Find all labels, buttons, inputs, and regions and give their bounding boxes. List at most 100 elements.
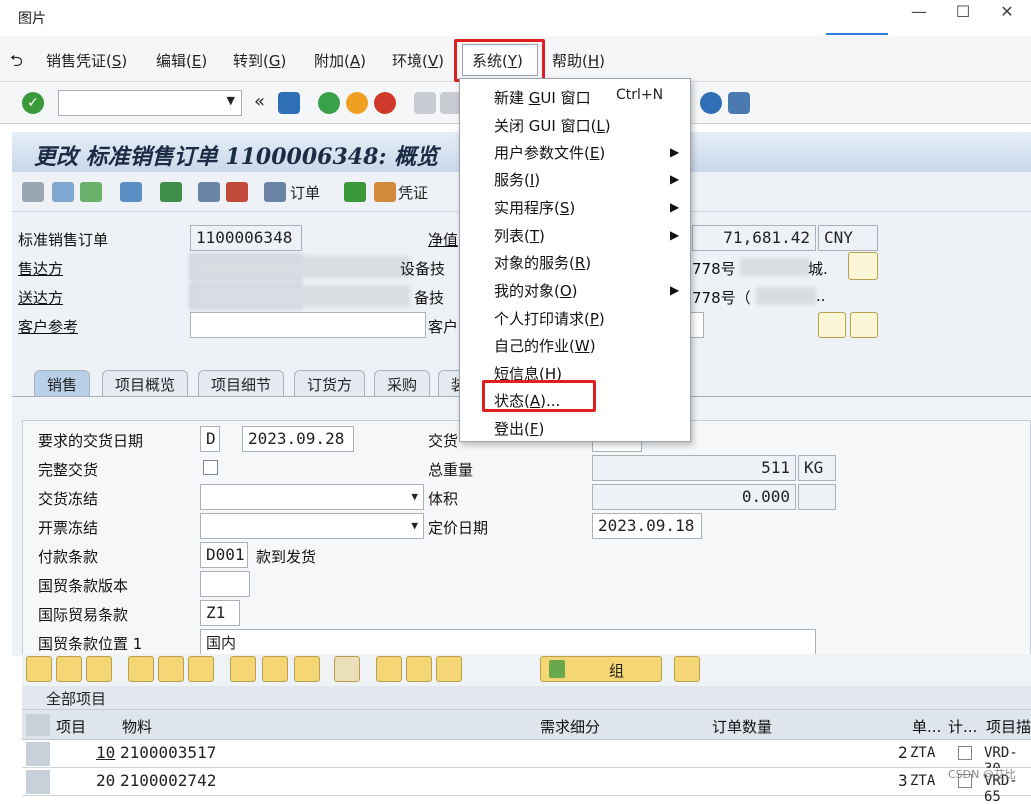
menu-icon[interactable]: ⮌ xyxy=(10,50,23,77)
display-change-icon[interactable] xyxy=(22,182,44,202)
history-back-icon[interactable]: « xyxy=(254,91,265,112)
column-requirement-segment[interactable]: 需求细分 xyxy=(540,716,600,737)
pricing-chart-icon[interactable] xyxy=(294,656,320,682)
tab-ordering-party[interactable]: 订货方 xyxy=(294,370,366,396)
column-item-description[interactable]: 项目描 xyxy=(986,716,1031,737)
partner-icon[interactable] xyxy=(160,182,182,202)
command-field[interactable]: ▼ xyxy=(58,90,242,116)
enter-check-icon[interactable]: ✓ xyxy=(22,92,44,114)
column-unit[interactable]: 单... xyxy=(912,716,941,737)
delivery-block-select[interactable]: ▼ xyxy=(200,484,424,510)
requested-date-type-field[interactable]: D xyxy=(200,426,220,452)
complete-delivery-checkbox[interactable] xyxy=(203,460,218,475)
tab-procurement[interactable]: 采购 xyxy=(374,370,431,396)
menu-services[interactable]: 服务(I) xyxy=(494,169,540,190)
chevron-down-icon[interactable]: ▼ xyxy=(411,519,418,532)
item-details-icon[interactable] xyxy=(26,656,52,682)
header-icon[interactable] xyxy=(120,182,142,202)
group-button[interactable]: 组 xyxy=(540,656,662,682)
select-all-rows-handle[interactable] xyxy=(26,714,50,736)
row-quantity[interactable]: 3 xyxy=(898,771,908,790)
column-order-quantity[interactable]: 订单数量 xyxy=(712,716,772,737)
menu-list[interactable]: 列表(T) xyxy=(494,225,545,246)
save-icon[interactable] xyxy=(278,92,300,114)
menu-log-off[interactable]: 登出(F) xyxy=(494,418,544,439)
sum-icon[interactable] xyxy=(344,182,366,202)
row-material[interactable]: 2100003517 xyxy=(120,743,216,762)
billing-block-select[interactable]: ▼ xyxy=(200,513,424,539)
voucher-icon[interactable] xyxy=(374,182,396,202)
document-icon[interactable] xyxy=(848,252,878,280)
chevron-down-icon[interactable]: ▼ xyxy=(227,94,235,107)
tab-sales[interactable]: 销售 xyxy=(34,370,91,396)
layout-menu-icon[interactable] xyxy=(728,92,750,114)
print-icon[interactable] xyxy=(414,92,436,114)
schedule-icon[interactable] xyxy=(406,656,432,682)
delete-block-icon[interactable] xyxy=(80,182,102,202)
insert-row-icon[interactable] xyxy=(56,656,82,682)
customer-reference-input[interactable] xyxy=(190,312,426,338)
order-icon[interactable] xyxy=(264,182,286,202)
reject-icon[interactable] xyxy=(334,656,360,682)
menu-new-gui-window[interactable]: 新建 GUI 窗口 xyxy=(494,87,591,108)
tab-item-detail[interactable]: 项目细节 xyxy=(198,370,285,396)
sold-to-number-field[interactable] xyxy=(190,254,302,280)
select-block-icon[interactable] xyxy=(158,656,184,682)
exit-icon[interactable] xyxy=(346,92,368,114)
settings-icon[interactable] xyxy=(674,656,700,682)
sold-to-label[interactable]: 售达方 xyxy=(18,258,63,279)
incoterms-location-input[interactable]: 国内 xyxy=(200,629,816,655)
incoterms-version-input[interactable] xyxy=(200,571,250,597)
menu-edit[interactable]: 编辑(E) xyxy=(156,50,207,71)
table-row[interactable]: 10 2100003517 2 ZTA VRD-30 xyxy=(22,740,1031,777)
menu-close-gui-window[interactable]: 关闭 GUI 窗口(L) xyxy=(494,115,611,136)
batch-icon[interactable] xyxy=(262,656,288,682)
edit-item-icon[interactable] xyxy=(436,656,462,682)
pricing-date-input[interactable]: 2023.09.18 xyxy=(592,513,702,539)
menu-own-jobs[interactable]: 自己的作业(W) xyxy=(494,335,596,356)
ship-to-label[interactable]: 送达方 xyxy=(18,287,63,308)
deselect-all-icon[interactable] xyxy=(188,656,214,682)
back-icon[interactable] xyxy=(318,92,340,114)
payment-terms-input[interactable]: D001 xyxy=(200,542,248,568)
menu-help[interactable]: 帮助(H) xyxy=(552,50,605,71)
row-selector[interactable] xyxy=(26,770,50,794)
chevron-down-icon[interactable]: ▼ xyxy=(411,490,418,503)
help-icon[interactable] xyxy=(700,92,722,114)
incompletion-icon[interactable] xyxy=(226,182,248,202)
menu-own-spool-requests[interactable]: 个人打印请求(P) xyxy=(494,308,605,329)
row-item[interactable]: 10 xyxy=(96,743,115,762)
row-unit[interactable]: ZTA xyxy=(910,745,935,761)
delete-row-icon[interactable] xyxy=(86,656,112,682)
order-button-label[interactable]: 订单 xyxy=(290,182,320,203)
column-material[interactable]: 物料 xyxy=(122,716,152,737)
document-flow-icon[interactable] xyxy=(52,182,74,202)
incoterms-input[interactable]: Z1 xyxy=(200,600,240,626)
select-all-icon[interactable] xyxy=(128,656,154,682)
row-quantity[interactable]: 2 xyxy=(898,743,908,762)
customer-reference-date-input[interactable] xyxy=(690,312,704,338)
analysis-icon[interactable] xyxy=(198,182,220,202)
row-item[interactable]: 20 xyxy=(96,771,115,790)
menu-object-services[interactable]: 对象的服务(R) xyxy=(494,252,591,273)
menu-extras[interactable]: 附加(A) xyxy=(314,50,366,71)
menu-my-objects[interactable]: 我的对象(O) xyxy=(494,280,578,301)
cancel-icon[interactable] xyxy=(374,92,396,114)
configuration-icon[interactable] xyxy=(230,656,256,682)
column-pricing[interactable]: 计... xyxy=(948,716,977,737)
tab-item-overview[interactable]: 项目概览 xyxy=(102,370,189,396)
column-item[interactable]: 项目 xyxy=(56,716,86,737)
row-selector[interactable] xyxy=(26,742,50,766)
partner-print-icon[interactable] xyxy=(850,312,878,338)
maximize-button[interactable]: ☐ xyxy=(940,0,986,30)
partner-detail-icon[interactable] xyxy=(818,312,846,338)
requested-delivery-date-input[interactable]: 2023.09.28 xyxy=(242,426,354,452)
menu-utilities[interactable]: 实用程序(S) xyxy=(494,197,575,218)
table-row[interactable]: 20 2100002742 3 ZTA VRD-65 xyxy=(22,768,1031,805)
row-checkbox[interactable] xyxy=(958,746,972,760)
menu-environment[interactable]: 环境(V) xyxy=(392,50,444,71)
row-unit[interactable]: ZTA xyxy=(910,773,935,789)
minimize-button[interactable]: — xyxy=(896,0,942,30)
voucher-button-label[interactable]: 凭证 xyxy=(398,182,428,203)
menu-goto[interactable]: 转到(G) xyxy=(233,50,286,71)
